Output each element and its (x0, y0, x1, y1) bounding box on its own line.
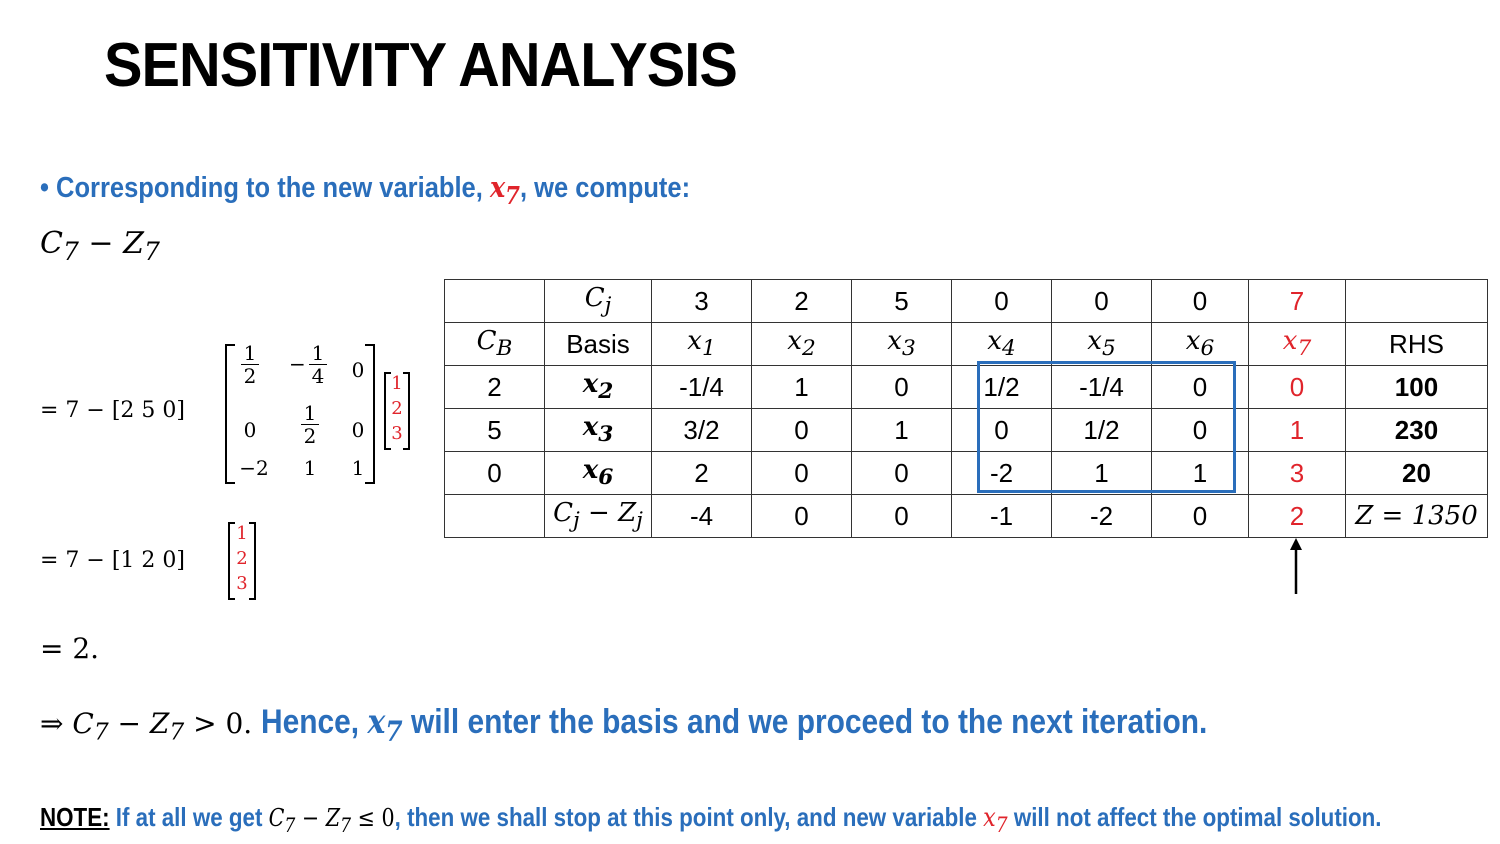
matrix: 12 − 14 0 0 12 0 −2 1 1 (225, 342, 375, 484)
basis-var: x6 (544, 451, 652, 495)
cj-value: 5 (851, 279, 952, 323)
cell: 2 (651, 451, 752, 495)
cell-empty (444, 279, 545, 323)
note-label: NOTE: (40, 802, 110, 832)
cj-value: 0 (951, 279, 1052, 323)
cell: 0 (851, 365, 952, 409)
matrix-cell-3-2: 1 (303, 456, 317, 480)
up-arrow-icon (1290, 538, 1302, 594)
bullet-text-before: Corresponding to the new variable, (56, 172, 483, 204)
note-line: NOTE: If at all we get C7 − Z7 ≤ 0, then… (40, 802, 1382, 839)
highlight-box (977, 361, 1236, 493)
cz-value: 0 (1151, 494, 1249, 538)
var-header: x4 (951, 322, 1052, 366)
cj-value-new: 7 (1248, 279, 1346, 323)
rhs-header: RHS (1345, 322, 1488, 366)
cz-value: -1 (951, 494, 1052, 538)
matrix-cell-3-1: −2 (239, 456, 269, 480)
table-row: 5 x3 3/2 0 1 0 1/2 0 1 230 (444, 408, 1488, 452)
header-row: CB Basis x1 x2 x3 x4 x5 x6 x7 RHS (444, 322, 1488, 366)
cz-value: -2 (1051, 494, 1152, 538)
var-header: x1 (651, 322, 752, 366)
cj-value: 2 (751, 279, 852, 323)
table-row: 0 x6 2 0 0 -2 1 1 3 20 (444, 451, 1488, 495)
cell-empty (444, 494, 545, 538)
bullet-line: • Corresponding to the new variable, x7,… (40, 170, 690, 210)
cell-new: 3 (1248, 451, 1346, 495)
vector-2: 123 (228, 522, 256, 600)
bullet-text-after: , we compute: (519, 172, 691, 204)
matrix-cell-2-3: 0 (351, 418, 365, 442)
matrix-cell-3-3: 1 (351, 456, 365, 480)
basis-header: Basis (544, 322, 652, 366)
cb-value: 2 (444, 365, 545, 409)
z-value: Z = 1350 (1345, 494, 1488, 538)
cell: 1 (751, 365, 852, 409)
basis-var: x3 (544, 408, 652, 452)
cj-row: Cj 3 2 5 0 0 0 7 (444, 279, 1488, 323)
conclusion-line: ⇒ C7 − Z7 > 0. Hence, x7 will enter the … (40, 702, 1208, 748)
cell-new: 0 (1248, 365, 1346, 409)
var-header: x3 (851, 322, 952, 366)
cell: -1/4 (651, 365, 752, 409)
c7-minus-z7: C7 − Z7 (40, 226, 160, 266)
cell-new: 1 (1248, 408, 1346, 452)
basis-var: x2 (544, 365, 652, 409)
matrix-cell-2-1: 0 (243, 418, 257, 442)
cj-value: 0 (1151, 279, 1249, 323)
cell: 1 (851, 408, 952, 452)
cell: 0 (851, 451, 952, 495)
var-header: x6 (1151, 322, 1249, 366)
simplex-table: Cj 3 2 5 0 0 0 7 CB Basis x1 x2 x3 x4 x5… (444, 279, 1488, 538)
condition: C7 − Z7 > 0. (72, 707, 262, 746)
cj-label: Cj (544, 279, 652, 323)
cell: 3/2 (651, 408, 752, 452)
equation-1-lead: = 7 − [2 5 0] (40, 398, 185, 423)
cz-value-new: 2 (1248, 494, 1346, 538)
cz-value: 0 (751, 494, 852, 538)
var-header: x2 (751, 322, 852, 366)
cz-value: -4 (651, 494, 752, 538)
rhs-value: 100 (1345, 365, 1488, 409)
cz-row: Cj − Zj -4 0 0 -1 -2 0 2 Z = 1350 (444, 494, 1488, 538)
matrix-cell-1-1: 12 (239, 342, 261, 387)
var-header-new: x7 (1248, 322, 1346, 366)
equation-2-lead: = 7 − [1 2 0] (40, 548, 185, 573)
matrix-cell-1-2: 14 (307, 342, 329, 387)
bullet-variable: x7 (489, 170, 520, 210)
vector-1: 123 (384, 372, 410, 450)
var-header: x5 (1051, 322, 1152, 366)
cell: 0 (751, 451, 852, 495)
cb-header: CB (444, 322, 545, 366)
cj-value: 0 (1051, 279, 1152, 323)
cz-label: Cj − Zj (544, 494, 652, 538)
cell: 0 (751, 408, 852, 452)
page-title: SENSITIVITY ANALYSIS (104, 31, 738, 100)
rhs-value: 230 (1345, 408, 1488, 452)
cb-value: 5 (444, 408, 545, 452)
equation-3: = 2. (40, 632, 100, 665)
cell-empty (1345, 279, 1488, 323)
matrix-cell-1-3: 0 (351, 358, 365, 382)
table-row: 2 x2 -1/4 1 0 1/2 -1/4 0 0 100 (444, 365, 1488, 409)
cj-value: 3 (651, 279, 752, 323)
matrix-cell-2-2: 12 (299, 402, 321, 447)
cb-value: 0 (444, 451, 545, 495)
rhs-value: 20 (1345, 451, 1488, 495)
bullet-symbol: • (40, 172, 49, 204)
cz-value: 0 (851, 494, 952, 538)
